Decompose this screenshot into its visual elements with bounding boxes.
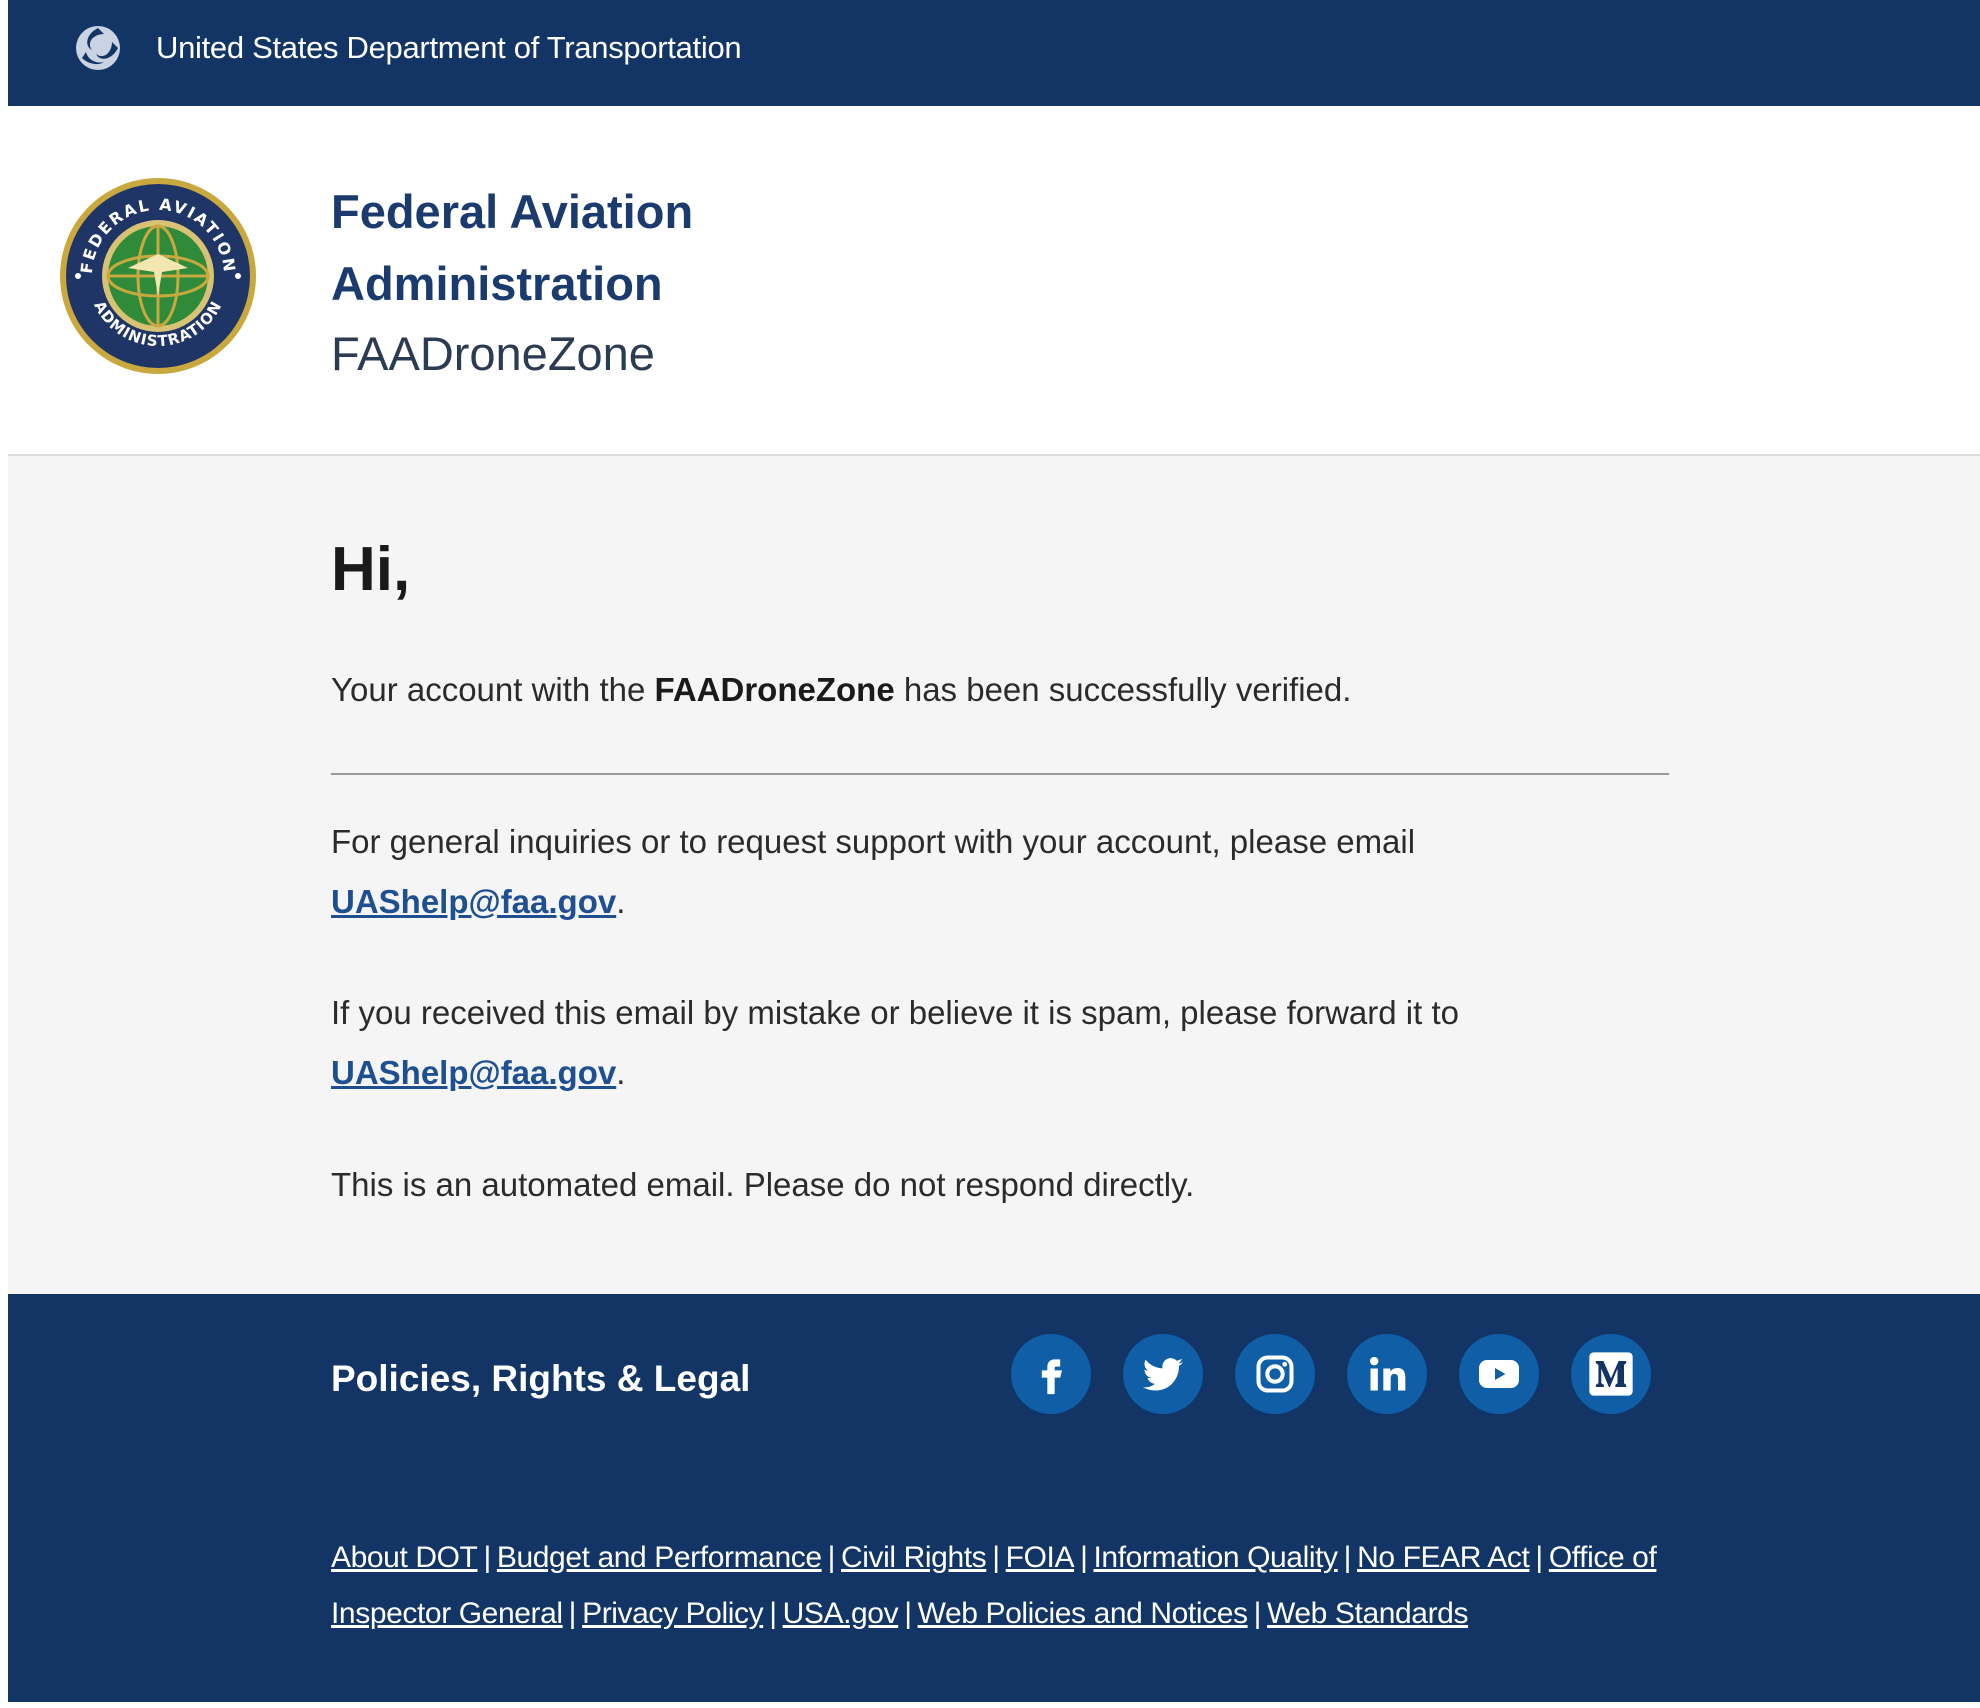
spam-email-link[interactable]: UAShelp@faa.gov (331, 1054, 616, 1091)
twitter-icon (1142, 1358, 1184, 1391)
brand-name: FAADroneZone (654, 671, 895, 708)
footer-link-privacy-policy[interactable]: Privacy Policy (582, 1597, 764, 1630)
footer-links: About DOT | Budget and Performance | Civil R… (331, 1541, 1657, 1630)
automated-notice: This is an automated email. Please do no… (331, 1166, 1195, 1203)
footer-link-foia[interactable]: FOIA (1006, 1541, 1075, 1574)
divider (331, 773, 1669, 775)
medium-button[interactable] (1571, 1334, 1651, 1414)
footer-link-information-quality[interactable]: Information Quality (1093, 1541, 1338, 1574)
footer-link-web-standards[interactable]: Web Standards (1267, 1597, 1468, 1630)
linkedin-icon (1369, 1356, 1406, 1391)
footer-link-about-dot[interactable]: About DOT (331, 1541, 478, 1574)
spam-message: If you received this email by mistake or… (331, 994, 1459, 1091)
footer-link-web-policies[interactable]: Web Policies and Notices (918, 1597, 1248, 1630)
greeting: Hi, (331, 535, 411, 604)
instagram-icon (1256, 1355, 1294, 1393)
email-footer: Policies, Rights & Legal About DOT | Bud… (8, 1294, 1980, 1702)
footer-title: Policies, Rights & Legal (331, 1358, 751, 1399)
email-frame: United States Department of Transportati… (8, 0, 1980, 1702)
linkedin-button[interactable] (1347, 1334, 1427, 1414)
footer-link-no-fear-act[interactable]: No FEAR Act (1357, 1541, 1530, 1574)
instagram-button[interactable] (1235, 1334, 1315, 1414)
dot-logo-icon (76, 26, 120, 70)
email-body: Hi, Your account with the FAADroneZone h… (331, 530, 1671, 1203)
footer-link-usa-gov[interactable]: USA.gov (783, 1597, 899, 1630)
youtube-icon (1479, 1360, 1519, 1388)
facebook-button[interactable] (1011, 1334, 1091, 1414)
agency-name-line1: Federal Aviation (331, 185, 694, 238)
email-header: FEDERAL AVIATION ADMINISTRATION Federal … (8, 106, 1980, 456)
agency-name: Federal Aviation Administration (331, 176, 931, 320)
youtube-button[interactable] (1459, 1334, 1539, 1414)
support-message: For general inquiries or to request supp… (331, 823, 1416, 920)
verified-message: Your account with the FAADroneZone has b… (331, 671, 1352, 708)
faa-seal-icon: FEDERAL AVIATION ADMINISTRATION (60, 178, 256, 374)
medium-icon (1589, 1352, 1633, 1396)
support-email-link[interactable]: UAShelp@faa.gov (331, 883, 616, 920)
gov-banner: United States Department of Transportati… (8, 0, 1980, 106)
footer-link-budget-performance[interactable]: Budget and Performance (497, 1541, 822, 1574)
facebook-icon (1041, 1359, 1062, 1395)
social-links (1011, 1334, 1651, 1414)
gov-banner-title: United States Department of Transportati… (156, 30, 742, 65)
twitter-button[interactable] (1123, 1334, 1203, 1414)
footer-link-civil-rights[interactable]: Civil Rights (841, 1541, 987, 1574)
product-name: FAADroneZone (331, 327, 655, 380)
agency-name-line2: Administration (331, 257, 663, 310)
